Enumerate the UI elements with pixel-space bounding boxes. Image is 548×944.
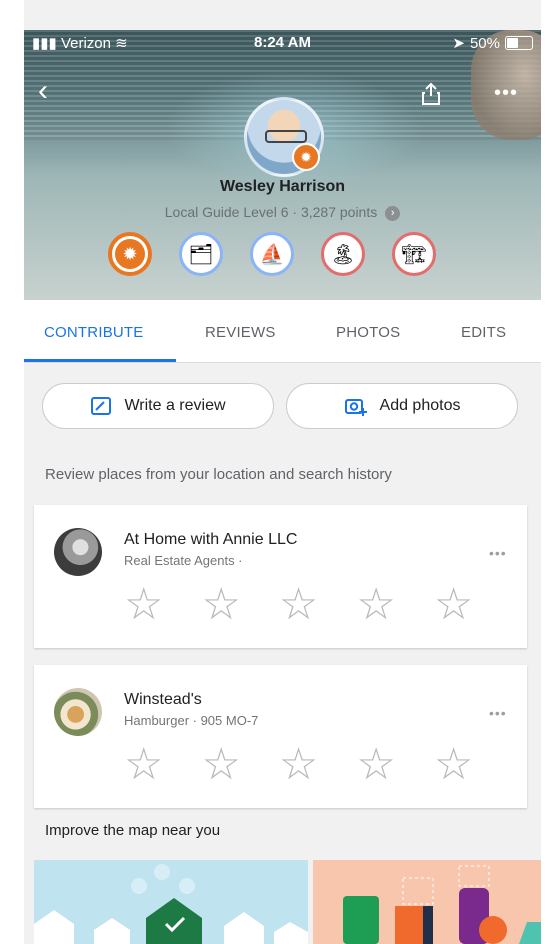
reviewer-badge-icon: 🗂	[188, 243, 214, 266]
star-icon[interactable]: ☆	[124, 583, 163, 627]
battery-percent: 50%	[469, 34, 500, 52]
review-icon	[91, 397, 112, 415]
star-icon[interactable]: ☆	[279, 583, 318, 627]
battery-icon	[505, 36, 533, 50]
add-photo-icon	[344, 399, 367, 416]
review-hint: Review places from your location and sea…	[45, 466, 392, 483]
carrier: ▮▮▮ Verizon ≋	[32, 34, 128, 52]
level-text: Local Guide Level 6 · 3,287 points	[164, 204, 378, 220]
map-task-card[interactable]	[34, 860, 308, 944]
star-rating: ☆ ☆ ☆ ☆ ☆	[124, 583, 473, 627]
write-review-label: Write a review	[124, 397, 226, 414]
more-horizontal-icon[interactable]: •••	[489, 705, 507, 721]
local-guide-badge-icon: ✹	[292, 143, 320, 171]
add-photos-button[interactable]: Add photos	[286, 383, 518, 429]
star-icon[interactable]: ☆	[124, 743, 163, 787]
star-icon[interactable]: ☆	[356, 583, 395, 627]
place-title: Winstead's	[124, 691, 202, 708]
place-thumbnail	[54, 528, 102, 576]
star-icon[interactable]: ☆	[201, 743, 240, 787]
chevron-right-icon: ›	[385, 205, 401, 221]
carrier-name: Verizon	[60, 35, 111, 52]
signal-icon: ▮▮▮	[32, 35, 57, 52]
wifi-icon: ≋	[115, 35, 128, 52]
more-horizontal-icon[interactable]: •••	[489, 545, 507, 561]
place-thumbnail	[54, 688, 102, 736]
location-arrow-icon: ➤	[452, 35, 465, 52]
star-badge-icon: ✹	[115, 239, 145, 269]
star-icon[interactable]: ☆	[201, 583, 240, 627]
tab-photos[interactable]: PHOTOS	[336, 324, 400, 341]
star-icon[interactable]: ☆	[434, 583, 473, 627]
more-horizontal-icon: •••	[494, 82, 519, 104]
reviewer-badge[interactable]: 🗂	[179, 232, 223, 276]
status-bar: ▮▮▮ Verizon ≋ 8:24 AM ➤ 50%	[24, 30, 541, 56]
photographer-badge[interactable]: ⛵	[250, 232, 294, 276]
profile-screen: ▮▮▮ Verizon ≋ 8:24 AM ➤ 50% ‹ ••• ✹ Wesl…	[24, 0, 541, 944]
star-icon[interactable]: ☆	[434, 743, 473, 787]
map-task-card[interactable]	[313, 860, 541, 944]
share-button[interactable]	[420, 82, 442, 111]
place-card[interactable]: At Home with Annie LLC Real Estate Agent…	[34, 505, 527, 648]
star-icon[interactable]: ☆	[279, 743, 318, 787]
tab-contribute[interactable]: CONTRIBUTE	[44, 324, 144, 341]
badge-row: ✹ 🗂 ⛵ 🏝 🏗	[108, 232, 436, 276]
battery-status: ➤ 50%	[452, 34, 533, 52]
place-subtitle: Real Estate Agents ·	[124, 553, 243, 568]
star-rating: ☆ ☆ ☆ ☆ ☆	[124, 743, 473, 787]
active-tab-indicator	[24, 359, 176, 362]
section-title: Improve the map near you	[45, 822, 221, 839]
clock: 8:24 AM	[254, 34, 311, 51]
trailblazer-badge[interactable]: 🏝	[321, 232, 365, 276]
place-subtitle: Hamburger · 905 MO-7	[124, 713, 259, 728]
add-photos-label: Add photos	[379, 397, 461, 414]
level-badge[interactable]: ✹	[108, 232, 152, 276]
fact-finder-badge-icon: 🏗	[401, 243, 427, 266]
fact-finder-badge[interactable]: 🏗	[392, 232, 436, 276]
houses-illustration	[34, 864, 308, 944]
tab-reviews[interactable]: REVIEWS	[205, 324, 276, 341]
shapes-illustration	[343, 865, 541, 944]
chevron-left-icon: ‹	[38, 74, 48, 107]
trailblazer-badge-icon: 🏝	[330, 243, 356, 266]
photographer-badge-icon: ⛵	[259, 243, 285, 266]
place-card[interactable]: Winstead's Hamburger · 905 MO-7 ••• ☆ ☆ …	[34, 665, 527, 808]
avatar-glasses	[265, 130, 307, 143]
write-review-button[interactable]: Write a review	[42, 383, 274, 429]
profile-name: Wesley Harrison	[219, 178, 346, 195]
place-title: At Home with Annie LLC	[124, 531, 298, 548]
tab-edits[interactable]: EDITS	[461, 324, 506, 341]
level-row[interactable]: Local Guide Level 6 · 3,287 points ›	[24, 204, 541, 221]
profile-tabs: CONTRIBUTE REVIEWS PHOTOS EDITS	[24, 300, 541, 363]
back-button[interactable]: ‹	[38, 76, 48, 106]
star-icon[interactable]: ☆	[356, 743, 395, 787]
more-options-button[interactable]: •••	[494, 82, 518, 105]
share-icon	[422, 82, 440, 105]
